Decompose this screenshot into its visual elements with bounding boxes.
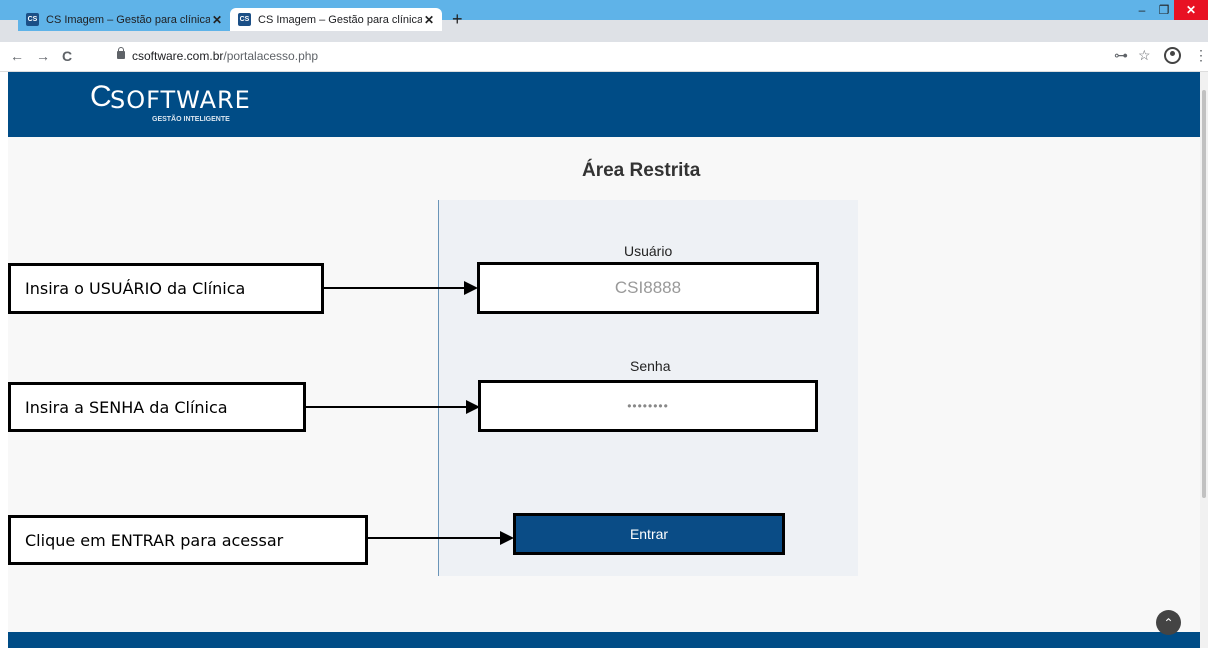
profile-icon[interactable] — [1164, 47, 1181, 64]
tab-2-active[interactable]: CS CS Imagem – Gestão para clínicas ✕ — [230, 8, 442, 31]
scrollbar-thumb[interactable] — [1202, 90, 1206, 498]
password-field[interactable]: •••••••• — [478, 380, 818, 432]
arrow-username — [324, 281, 478, 295]
tab-title: CS Imagem – Gestão para clínicas — [258, 13, 422, 26]
arrow-password — [306, 400, 480, 414]
address-toolbar: ← → C csoftware.com.br/portalacesso.php … — [0, 42, 1208, 72]
url-bar[interactable]: csoftware.com.br/portalacesso.php — [132, 49, 318, 63]
logo-tagline: GESTÃO INTELIGENTE — [152, 116, 230, 123]
enter-button[interactable]: Entrar — [513, 513, 785, 555]
arrow-enter — [368, 531, 514, 545]
logo-wordmark: SOFTWARE — [110, 86, 251, 114]
callout-username: Insira o USUÁRIO da Clínica — [8, 263, 324, 314]
star-icon[interactable]: ☆ — [1138, 47, 1151, 64]
favicon-icon: CS — [26, 13, 39, 26]
forward-icon[interactable]: → — [36, 48, 50, 64]
callout-enter: Clique em ENTRAR para acessar — [8, 515, 368, 565]
menu-icon[interactable]: ⋮ — [1194, 47, 1208, 64]
close-tab-icon[interactable]: ✕ — [210, 13, 224, 27]
close-tab-icon[interactable]: ✕ — [422, 13, 436, 27]
lock-icon[interactable] — [117, 47, 125, 59]
favicon-icon: CS — [238, 13, 251, 26]
tab-1[interactable]: CS CS Imagem – Gestão para clínicas ✕ — [18, 8, 230, 31]
back-icon[interactable]: ← — [10, 48, 24, 64]
new-tab-button[interactable]: + — [452, 9, 463, 30]
url-path: /portalacesso.php — [223, 49, 319, 63]
tab-title: CS Imagem – Gestão para clínicas — [46, 13, 210, 26]
key-icon[interactable]: ⊶ — [1114, 47, 1128, 64]
reload-icon[interactable]: C — [62, 48, 72, 64]
username-label: Usuário — [624, 243, 673, 259]
username-field[interactable]: CSI8888 — [477, 262, 819, 314]
url-host: csoftware.com.br — [132, 49, 224, 63]
close-window-button[interactable]: ✕ — [1174, 0, 1208, 20]
site-footer — [8, 632, 1200, 648]
logo-mark: C — [90, 80, 112, 113]
callout-password: Insira a SENHA da Clínica — [8, 382, 306, 432]
page-title: Área Restrita — [582, 160, 701, 181]
password-label: Senha — [630, 358, 671, 374]
scroll-to-top-icon[interactable]: ⌃ — [1156, 610, 1181, 635]
